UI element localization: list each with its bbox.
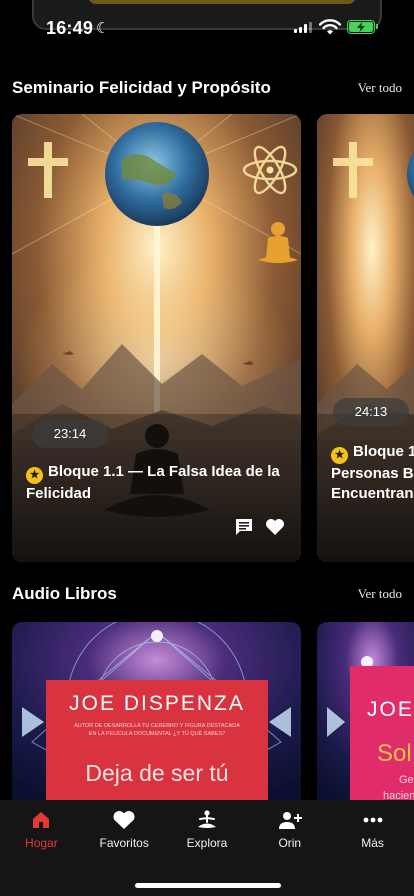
tab-label: Hogar — [25, 836, 58, 850]
see-all-link[interactable]: Ver todo — [358, 586, 402, 602]
tab-label: Más — [361, 836, 384, 850]
bottom-tab-bar: Hogar Favoritos Explora Orin Más — [0, 800, 414, 896]
section-header-audiolibros: Audio Libros Ver todo — [12, 584, 402, 604]
home-icon — [33, 812, 50, 828]
see-all-link[interactable]: Ver todo — [358, 80, 402, 96]
comment-icon[interactable] — [235, 518, 253, 536]
section-header-seminario: Seminario Felicidad y Propósito Ver todo — [12, 78, 402, 98]
tab-label: Orin — [278, 836, 302, 850]
book-title: Deja de ser tú — [85, 760, 229, 786]
card-actions — [235, 518, 285, 536]
card-title: ★ Bloque 1 Personas B Encuentran — [331, 443, 414, 502]
book-subtitle: AUTOR DE DESARROLLA TU CEREBRO Y FIGURA … — [74, 723, 240, 737]
tab-favoritos[interactable]: Favoritos — [83, 810, 165, 850]
section-title: Audio Libros — [12, 584, 117, 603]
duration-badge: 24:13 — [333, 398, 409, 426]
status-bar: 16:49 ☾ — [0, 0, 414, 56]
tab-mas[interactable]: Más — [332, 810, 414, 850]
book-author: JOE — [367, 698, 414, 721]
audiobook-card[interactable]: JOE Sol Ge hacien — [317, 622, 414, 812]
tab-label: Explora — [186, 836, 228, 850]
signal-icon — [294, 22, 312, 33]
book-author: JOE DISPENZA — [69, 692, 245, 715]
audiobook-card[interactable]: JOE DISPENZA AUTOR DE DESARROLLA TU CERE… — [12, 622, 301, 812]
tab-orin[interactable]: Orin — [249, 810, 331, 850]
moon-icon: ☾ — [96, 20, 110, 37]
wifi-icon — [319, 19, 341, 35]
more-icon — [363, 817, 382, 823]
status-time: 16:49 — [46, 18, 94, 38]
section-title: Seminario Felicidad y Propósito — [12, 78, 271, 97]
heart-icon — [113, 810, 135, 829]
episode-card[interactable]: 24:13 ★ Bloque 1 Personas B Encuentran — [317, 114, 414, 562]
star-badge-icon: ★ — [26, 466, 43, 484]
tab-explora[interactable]: Explora — [166, 810, 248, 850]
home-indicator — [135, 883, 281, 888]
card-title: ★ Bloque 1.1 — La Falsa Idea de la Felici… — [26, 463, 280, 502]
duration-badge: 23:14 — [32, 420, 108, 448]
add-user-icon — [278, 812, 302, 829]
book-subtitle: Ge — [399, 774, 414, 786]
meditation-icon — [197, 810, 216, 828]
battery-icon — [347, 20, 378, 34]
star-badge-icon: ★ — [331, 446, 348, 464]
tab-label: Favoritos — [99, 836, 149, 850]
episode-card[interactable]: 23:14 ★ Bloque 1.1 — La Falsa Idea de la … — [12, 114, 301, 562]
tab-hogar[interactable]: Hogar — [0, 810, 82, 850]
heart-icon[interactable] — [265, 518, 285, 536]
book-title: Sol — [377, 740, 412, 767]
